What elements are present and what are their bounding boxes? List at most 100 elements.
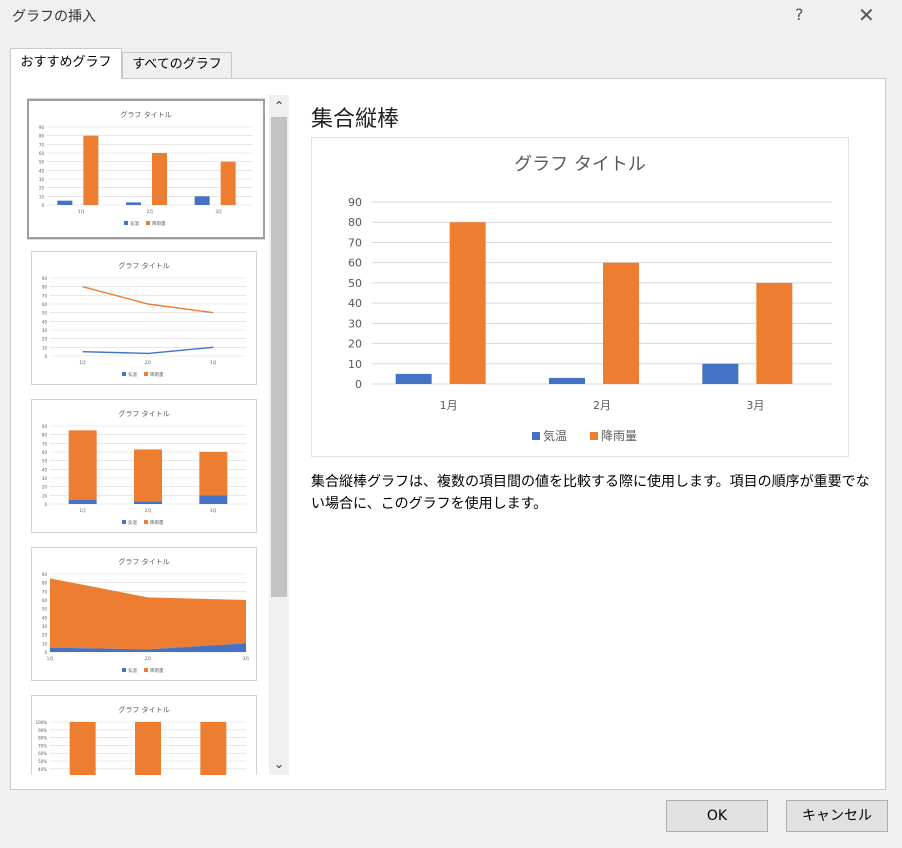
thumb-y-tick: 80% (38, 736, 47, 741)
ok-button[interactable]: OK (666, 800, 768, 832)
y-tick-label: 50 (348, 277, 362, 290)
scroll-thumb[interactable] (271, 117, 287, 597)
thumb-stacked-bar (199, 452, 228, 496)
thumb-y-tick: 70 (42, 441, 48, 446)
thumb-y-tick: 30 (42, 624, 48, 629)
thumb-y-tick: 90 (39, 125, 45, 130)
legend-label: 気温 (543, 428, 567, 443)
thumb-x-tick: 1月 (79, 508, 86, 513)
thumb-y-tick: 10 (42, 345, 48, 350)
thumb-legend-label: 降雨量 (152, 220, 166, 227)
thumb-legend-swatch (144, 372, 148, 376)
y-tick-label: 40 (348, 297, 362, 310)
thumb-stacked-area[interactable]: グラフ タイトル 0 10 20 30 40 50 60 70 80 90 1月 2月 3月 気温 降雨量 (31, 547, 257, 681)
thumb-y-tick: 90% (38, 728, 47, 733)
y-tick-label: 70 (348, 236, 362, 249)
thumb-stacked-bar (134, 449, 162, 502)
thumb-100-bar (200, 722, 227, 775)
thumb-stacked-bar (134, 501, 162, 504)
thumb-y-tick: 60 (42, 302, 48, 307)
thumb-x-tick: 1月 (78, 209, 85, 214)
thumb-y-tick: 50 (42, 311, 48, 316)
thumb-x-tick: 3月 (210, 508, 217, 513)
thumb-stacked-column[interactable]: グラフ タイトル 0 10 20 30 40 50 60 70 80 90 1月 2月 3月 気温 降雨量 (31, 399, 257, 533)
thumb-bar (194, 196, 210, 205)
thumb-legend-swatch (122, 520, 126, 524)
thumb-legend-swatch (144, 520, 148, 524)
thumb-y-tick: 60 (42, 598, 48, 603)
thumb-y-tick: 60 (39, 151, 45, 156)
thumb-x-tick: 2月 (145, 508, 152, 513)
thumb-y-tick: 80 (42, 285, 48, 290)
scroll-down-arrow-icon[interactable]: ⌄ (269, 753, 289, 775)
thumb-y-tick: 70 (39, 142, 45, 147)
bar-降雨量-2月 (603, 262, 639, 384)
y-tick-label: 90 (348, 196, 362, 209)
thumb-clustered-column[interactable]: グラフ タイトル 0 10 20 30 40 50 60 70 80 90 1月 2月 3月 気温 降雨量 (27, 98, 265, 240)
thumb-y-tick: 40 (42, 615, 48, 620)
thumb-x-tick: 2月 (147, 209, 154, 214)
chart-thumbnail-list: グラフ タイトル 0 10 20 30 40 50 60 70 80 90 1月 2月 3月 気温 降雨量 グ… (27, 95, 265, 775)
thumb-y-tick: 30 (42, 476, 48, 481)
thumb-legend-label: 気温 (130, 220, 139, 227)
thumb-title: グラフ タイトル (118, 261, 169, 270)
thumb-y-tick: 100% (36, 720, 48, 725)
chart-preview: グラフ タイトル 0 10 20 30 40 50 60 70 80 90 1月 2月 3月 気温 降雨量 (311, 137, 849, 457)
thumb-legend-swatch (122, 372, 126, 376)
legend-label: 降雨量 (601, 429, 637, 443)
x-tick-label: 1月 (440, 399, 458, 412)
bar-気温-1月 (395, 373, 432, 384)
thumb-y-tick: 50% (38, 759, 47, 764)
x-tick-label: 2月 (593, 399, 611, 412)
thumb-y-tick: 80 (39, 134, 45, 139)
thumb-legend-swatch (144, 668, 148, 672)
thumb-y-tick: 90 (42, 572, 48, 577)
tab-recommended-charts[interactable]: おすすめグラフ (10, 48, 122, 79)
thumb-stacked-bar (68, 430, 97, 500)
tab-all-charts[interactable]: すべてのグラフ (122, 52, 232, 78)
thumb-y-tick: 0 (44, 354, 47, 359)
title-bar: グラフの挿入 ? ✕ (0, 0, 902, 34)
thumb-100-stacked-column[interactable]: グラフ タイトル 0% 10% 20% 30% 40% 50% 60% 70% 80% 90% 100… (31, 695, 257, 775)
chart-title: グラフ タイトル (514, 154, 646, 175)
thumb-y-tick: 50 (42, 459, 48, 464)
thumb-bar (126, 202, 141, 205)
thumb-legend-label: 降雨量 (150, 667, 164, 674)
thumb-bar (152, 153, 167, 205)
thumb-y-tick: 30 (39, 177, 45, 182)
close-button[interactable]: ✕ (858, 3, 875, 27)
thumb-y-tick: 50 (42, 607, 48, 612)
thumb-area-series-2 (50, 578, 246, 650)
thumb-y-tick: 40% (38, 767, 47, 772)
thumb-y-tick: 70 (42, 589, 48, 594)
thumb-y-tick: 20 (42, 633, 48, 638)
thumb-legend-label: 降雨量 (150, 519, 164, 526)
thumb-title: グラフ タイトル (118, 409, 169, 418)
recommended-charts-panel: グラフ タイトル 0 10 20 30 40 50 60 70 80 90 1月 2月 3月 気温 降雨量 グ… (10, 78, 886, 790)
thumb-x-tick: 1月 (47, 656, 54, 661)
thumb-x-tick: 3月 (215, 209, 222, 214)
thumb-y-tick: 90 (42, 276, 48, 281)
thumb-y-tick: 60% (38, 751, 47, 756)
thumb-x-tick: 2月 (145, 360, 152, 365)
legend-swatch (590, 432, 598, 440)
thumb-y-tick: 80 (42, 581, 48, 586)
help-button[interactable]: ? (795, 5, 804, 24)
selected-chart-name: 集合縦棒 (311, 107, 400, 132)
thumb-title: グラフ タイトル (120, 110, 171, 119)
scroll-up-arrow-icon[interactable]: ⌃ (269, 95, 289, 117)
chart-preview-svg: グラフ タイトル 0 10 20 30 40 50 60 70 80 90 1月 2月 3月気温 降雨量 (348, 154, 832, 443)
thumb-legend-label: 気温 (128, 371, 137, 378)
cancel-button[interactable]: キャンセル (786, 800, 888, 832)
thumb-title: グラフ タイトル (118, 557, 169, 566)
bar-気温-2月 (549, 377, 585, 384)
thumb-stacked-bar (68, 499, 97, 504)
thumb-y-tick: 80 (42, 433, 48, 438)
thumb-y-tick: 70% (38, 743, 47, 748)
thumb-line[interactable]: グラフ タイトル 0 10 20 30 40 50 60 70 80 90 1月 2月 3月 気温 降雨量 (31, 251, 257, 385)
thumb-y-tick: 20 (42, 485, 48, 490)
thumbnail-scrollbar[interactable]: ⌃ ⌄ (269, 95, 289, 775)
thumb-line-series (82, 346, 214, 355)
thumb-legend-label: 降雨量 (150, 371, 164, 378)
legend-swatch (532, 432, 540, 440)
